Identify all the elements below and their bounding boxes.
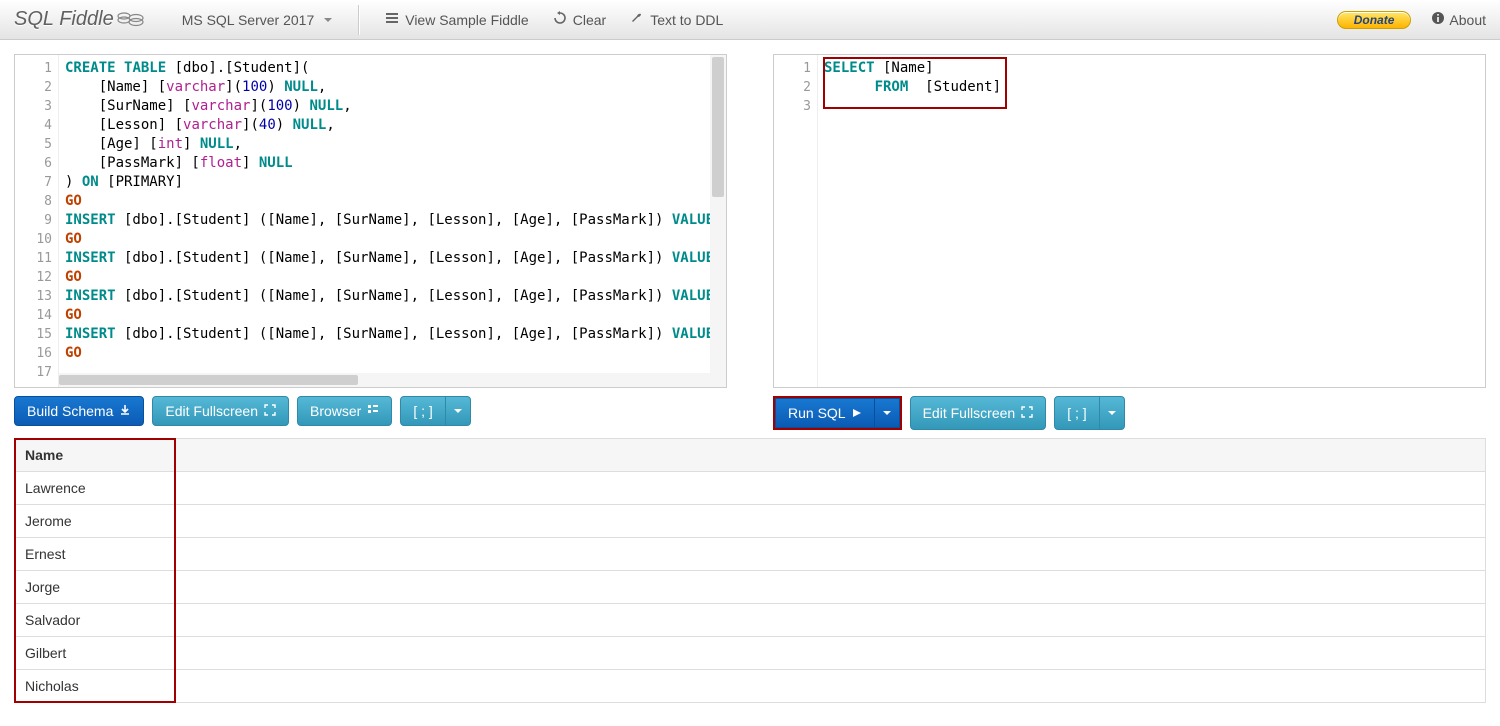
refresh-icon — [553, 11, 567, 28]
about-link[interactable]: About — [1431, 11, 1486, 28]
caret-down-icon — [1108, 411, 1116, 415]
caret-down-icon — [454, 409, 462, 413]
brand-text: SQL Fiddle — [14, 8, 114, 31]
line-number: 7 — [15, 173, 58, 192]
brand[interactable]: SQL Fiddle — [14, 8, 146, 31]
table-cell: Nicholas — [15, 670, 175, 703]
table-cell: Jerome — [15, 505, 175, 538]
list-icon — [385, 11, 399, 28]
terminator-button[interactable]: [ ; ] — [1054, 396, 1099, 430]
text-to-ddl-link[interactable]: Text to DDL — [618, 5, 735, 34]
horizontal-scrollbar[interactable] — [59, 373, 710, 387]
schema-button-row: Build Schema Edit Fullscreen Browser — [14, 396, 727, 426]
table-row: Salvador — [15, 604, 1486, 637]
table-row: Lawrence — [15, 472, 1486, 505]
line-number: 1 — [15, 59, 58, 78]
build-schema-button[interactable]: Build Schema — [14, 396, 144, 426]
line-number: 12 — [15, 268, 58, 287]
logo-icon — [116, 10, 146, 30]
scrollbar-thumb[interactable] — [712, 57, 724, 197]
line-number: 4 — [15, 116, 58, 135]
line-number: 15 — [15, 325, 58, 344]
table-cell: Jorge — [15, 571, 175, 604]
table-row: Ernest — [15, 538, 1486, 571]
browser-button[interactable]: Browser — [297, 396, 392, 426]
fullscreen-icon — [1021, 405, 1033, 421]
view-sample-fiddle-link[interactable]: View Sample Fiddle — [373, 5, 540, 34]
line-number: 1 — [774, 59, 817, 78]
results-panel: Name Lawrence Jerome Ernest Jorge Salvad… — [14, 438, 1486, 703]
nav-link-label: View Sample Fiddle — [405, 12, 528, 28]
line-number: 16 — [15, 344, 58, 363]
query-button-row: Run SQL Edit Fullscreen [ — [773, 396, 1486, 430]
line-number: 2 — [15, 78, 58, 97]
highlight-annotation: Run SQL — [773, 396, 902, 430]
tree-icon — [367, 403, 379, 419]
line-number-gutter: 123 — [774, 55, 818, 387]
donate-button[interactable]: Donate — [1337, 11, 1412, 29]
line-number: 11 — [15, 249, 58, 268]
line-number: 13 — [15, 287, 58, 306]
line-number: 3 — [15, 97, 58, 116]
vertical-scrollbar[interactable] — [710, 55, 726, 387]
nav-link-label: Clear — [573, 12, 606, 28]
terminator-dropdown-toggle[interactable] — [446, 396, 471, 426]
db-engine-label: MS SQL Server 2017 — [182, 12, 315, 28]
column-header: Name — [15, 439, 175, 472]
line-number: 14 — [15, 306, 58, 325]
schema-editor[interactable]: 1234567891011121314151617 CREATE TABLE [… — [14, 54, 727, 388]
play-icon — [852, 405, 862, 421]
line-number: 17 — [15, 363, 58, 382]
table-cell: Gilbert — [15, 637, 175, 670]
query-editor[interactable]: 123 SELECT [Name] FROM [Student] — [773, 54, 1486, 388]
table-row: Jorge — [15, 571, 1486, 604]
about-label: About — [1449, 12, 1486, 28]
table-row: Nicholas — [15, 670, 1486, 703]
line-number: 6 — [15, 154, 58, 173]
line-number: 5 — [15, 135, 58, 154]
scrollbar-thumb[interactable] — [59, 375, 358, 385]
line-number: 2 — [774, 78, 817, 97]
navbar: SQL Fiddle MS SQL Server 2017 View Sampl… — [0, 0, 1500, 40]
table-row: Jerome — [15, 505, 1486, 538]
line-number-gutter: 1234567891011121314151617 — [15, 55, 59, 387]
line-number: 9 — [15, 211, 58, 230]
download-icon — [119, 403, 131, 419]
edit-fullscreen-button[interactable]: Edit Fullscreen — [910, 396, 1047, 430]
nav-divider — [358, 5, 359, 35]
nav-link-label: Text to DDL — [650, 12, 723, 28]
clear-link[interactable]: Clear — [541, 5, 618, 34]
line-number: 10 — [15, 230, 58, 249]
db-engine-dropdown[interactable]: MS SQL Server 2017 — [170, 6, 345, 34]
terminator-dropdown-toggle[interactable] — [1100, 396, 1125, 430]
caret-down-icon — [324, 18, 332, 22]
fullscreen-icon — [264, 403, 276, 419]
caret-down-icon — [883, 411, 891, 415]
line-number: 3 — [774, 97, 817, 116]
terminator-button[interactable]: [ ; ] — [400, 396, 445, 426]
edit-fullscreen-button[interactable]: Edit Fullscreen — [152, 396, 289, 426]
table-row: Gilbert — [15, 637, 1486, 670]
line-number: 8 — [15, 192, 58, 211]
run-sql-dropdown-toggle[interactable] — [875, 398, 900, 428]
table-cell: Lawrence — [15, 472, 175, 505]
table-cell: Ernest — [15, 538, 175, 571]
table-cell: Salvador — [15, 604, 175, 637]
results-table: Name Lawrence Jerome Ernest Jorge Salvad… — [14, 438, 1486, 703]
info-icon — [1431, 11, 1445, 28]
wrench-icon — [630, 11, 644, 28]
run-sql-button[interactable]: Run SQL — [775, 398, 875, 428]
